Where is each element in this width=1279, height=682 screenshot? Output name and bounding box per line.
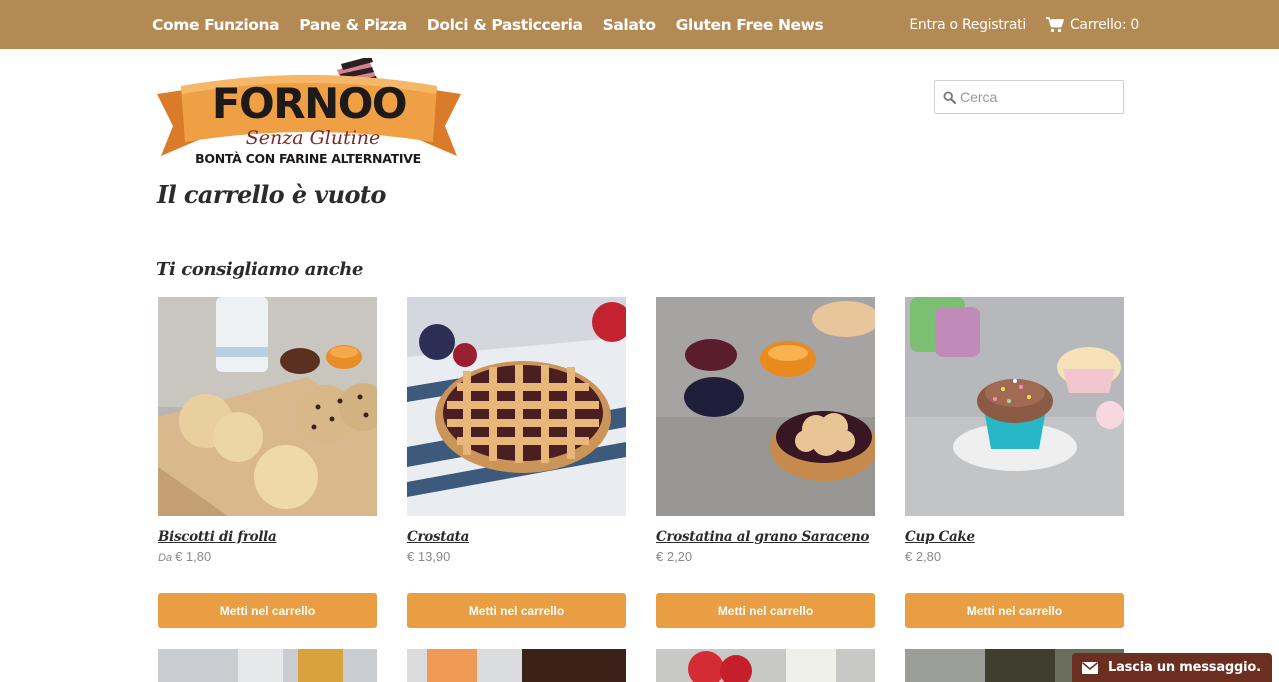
product-card: Cup Cake € 2,80 Metti nel carrello (905, 297, 1124, 637)
product-image-crostatina[interactable] (656, 297, 875, 516)
price-value: € 13,90 (407, 549, 451, 564)
chat-label: Lascia un messaggio. (1108, 660, 1261, 675)
empty-cart-heading: Il carrello è vuoto (157, 180, 386, 209)
search-icon (943, 91, 956, 104)
nav-item-salato[interactable]: Salato (603, 16, 656, 34)
nav-item-pane-pizza[interactable]: Pane & Pizza (299, 16, 407, 34)
product-card: Crostata € 13,90 Metti nel carrello (407, 297, 626, 637)
add-to-cart-button[interactable]: Metti nel carrello (407, 593, 626, 628)
add-to-cart-button[interactable]: Metti nel carrello (905, 593, 1124, 628)
add-to-cart-button[interactable]: Metti nel carrello (656, 593, 875, 628)
logo-script-text: Senza Glutine (246, 127, 381, 149)
price-value: € 2,80 (905, 549, 942, 564)
site-logo[interactable]: FORNOO Senza Glutine BONTÀ CON FARINE AL… (157, 56, 461, 168)
main-menu: Come Funziona Pane & Pizza Dolci & Pasti… (152, 0, 843, 49)
product-price: Da € 1,80 (158, 549, 211, 564)
recommended-products-grid: Biscotti di frolla Da € 1,80 Metti nel ca… (158, 297, 1124, 682)
top-navigation-bar: Come Funziona Pane & Pizza Dolci & Pasti… (0, 0, 1279, 49)
search-input[interactable] (960, 82, 1120, 112)
product-image-next[interactable] (407, 649, 626, 682)
recommendations-heading: Ti consigliamo anche (156, 259, 364, 280)
chat-widget[interactable]: Lascia un messaggio. (1072, 653, 1272, 682)
shopping-cart-icon (1045, 16, 1064, 32)
add-to-cart-button[interactable]: Metti nel carrello (158, 593, 377, 628)
product-image-crostata[interactable] (407, 297, 626, 516)
price-value: € 1,80 (175, 549, 212, 564)
logo-tagline-text: BONTÀ CON FARINE ALTERNATIVE (195, 151, 421, 166)
product-name[interactable]: Biscotti di frolla (158, 529, 277, 545)
cart-count-label: Carrello: 0 (1069, 16, 1139, 33)
product-price: € 2,20 (656, 549, 692, 564)
price-value: € 2,20 (656, 549, 693, 564)
price-prefix: Da (158, 552, 173, 564)
nav-item-come-funziona[interactable]: Come Funziona (152, 16, 280, 34)
product-name[interactable]: Crostata (407, 529, 469, 545)
nav-item-dolci-pasticceria[interactable]: Dolci & Pasticceria (427, 16, 583, 34)
product-name[interactable]: Cup Cake (905, 529, 975, 545)
logo-graphic: FORNOO Senza Glutine BONTÀ CON FARINE AL… (157, 56, 461, 166)
logo-brand-text: FORNOO (212, 79, 406, 128)
product-card: Biscotti di frolla Da € 1,80 Metti nel ca… (158, 297, 377, 637)
product-name[interactable]: Crostatina al grano Saraceno (656, 529, 869, 545)
login-register-link[interactable]: Entra o Registrati (909, 17, 1026, 33)
cart-link[interactable]: Carrello: 0 (1045, 16, 1139, 33)
product-card: Crostatina al grano Saraceno € 2,20 Mett… (656, 297, 875, 637)
nav-item-gluten-free-news[interactable]: Gluten Free News (676, 16, 824, 34)
chat-icon-box (1072, 653, 1108, 682)
product-image-next[interactable] (656, 649, 875, 682)
product-price: € 2,80 (905, 549, 941, 564)
product-image-next[interactable] (158, 649, 377, 682)
search-box (934, 80, 1124, 114)
product-price: € 13,90 (407, 549, 450, 564)
product-image-biscotti[interactable] (158, 297, 377, 516)
envelope-icon (1082, 661, 1098, 674)
account-menu: Entra o Registrati Carrello: 0 (909, 0, 1139, 49)
product-image-cupcake[interactable] (905, 297, 1124, 516)
